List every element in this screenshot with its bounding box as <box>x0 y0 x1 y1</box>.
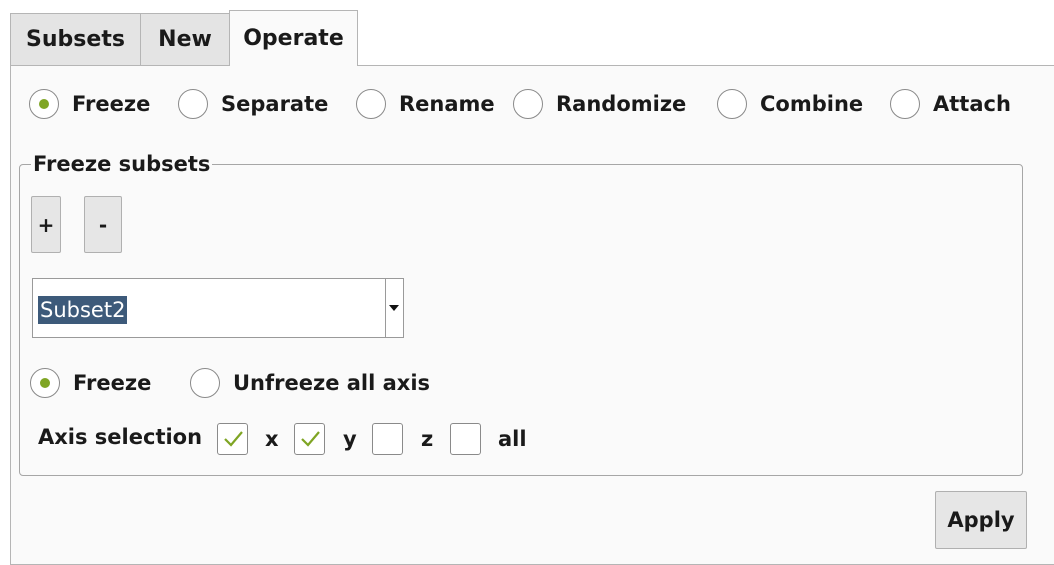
add-subset-label: + <box>37 212 55 237</box>
add-subset-button[interactable]: + <box>31 196 61 253</box>
freeze-subsets-title: Freeze subsets <box>31 150 213 178</box>
radio-randomize[interactable]: Randomize <box>513 89 686 119</box>
checkbox-z[interactable] <box>372 423 403 455</box>
remove-subset-button[interactable]: - <box>84 196 122 253</box>
apply-button[interactable]: Apply <box>935 491 1027 549</box>
radio-circle-icon <box>717 89 747 119</box>
radio-unfreeze-all-label: Unfreeze all axis <box>233 371 431 395</box>
checkbox-all[interactable] <box>450 423 481 455</box>
tab-operate-label: Operate <box>243 26 344 51</box>
tab-operate[interactable]: Operate <box>229 10 358 66</box>
radio-attach-label: Attach <box>933 92 1011 116</box>
radio-randomize-label: Randomize <box>556 92 687 116</box>
checkbox-z-label: z <box>421 427 434 451</box>
checkbox-y-label: y <box>343 427 357 451</box>
remove-subset-label: - <box>98 212 108 237</box>
radio-attach[interactable]: Attach <box>890 89 1011 119</box>
radio-circle-icon <box>513 89 543 119</box>
radio-combine[interactable]: Combine <box>717 89 863 119</box>
checkmark-icon <box>223 431 243 447</box>
checkbox-all-label: all <box>498 427 527 451</box>
checkmark-icon <box>300 431 320 447</box>
checkbox-x[interactable] <box>217 423 248 455</box>
radio-selected-dot-icon <box>40 378 50 388</box>
chevron-down-icon <box>389 305 399 311</box>
freeze-subsets-group: Freeze subsets + - Subset2 Freeze Unfree… <box>19 150 1023 476</box>
radio-circle-icon <box>190 368 220 398</box>
radio-circle-icon <box>890 89 920 119</box>
radio-rename-label: Rename <box>399 92 495 116</box>
radio-rename[interactable]: Rename <box>356 89 495 119</box>
dropdown-separator <box>385 279 386 337</box>
radio-circle-icon <box>356 89 386 119</box>
subset-dropdown-value: Subset2 <box>38 296 128 324</box>
tab-new-label: New <box>158 27 212 52</box>
radio-circle-icon <box>178 89 208 119</box>
subset-dropdown[interactable]: Subset2 <box>32 278 404 338</box>
axis-selection-label: Axis selection <box>38 425 203 449</box>
tab-subsets[interactable]: Subsets <box>10 13 141 65</box>
checkbox-y[interactable] <box>294 423 325 455</box>
radio-separate[interactable]: Separate <box>178 89 328 119</box>
checkbox-x-label: x <box>265 427 279 451</box>
tab-subsets-label: Subsets <box>26 27 125 52</box>
radio-mode-freeze[interactable]: Freeze <box>30 368 151 398</box>
radio-circle-icon <box>29 89 59 119</box>
apply-label: Apply <box>947 508 1015 532</box>
radio-separate-label: Separate <box>221 92 329 116</box>
radio-circle-icon <box>30 368 60 398</box>
radio-selected-dot-icon <box>39 99 49 109</box>
radio-combine-label: Combine <box>760 92 864 116</box>
radio-freeze[interactable]: Freeze <box>29 89 150 119</box>
tab-new[interactable]: New <box>140 13 230 65</box>
radio-unfreeze-all[interactable]: Unfreeze all axis <box>190 368 430 398</box>
radio-mode-freeze-label: Freeze <box>73 371 152 395</box>
radio-freeze-label: Freeze <box>72 92 151 116</box>
